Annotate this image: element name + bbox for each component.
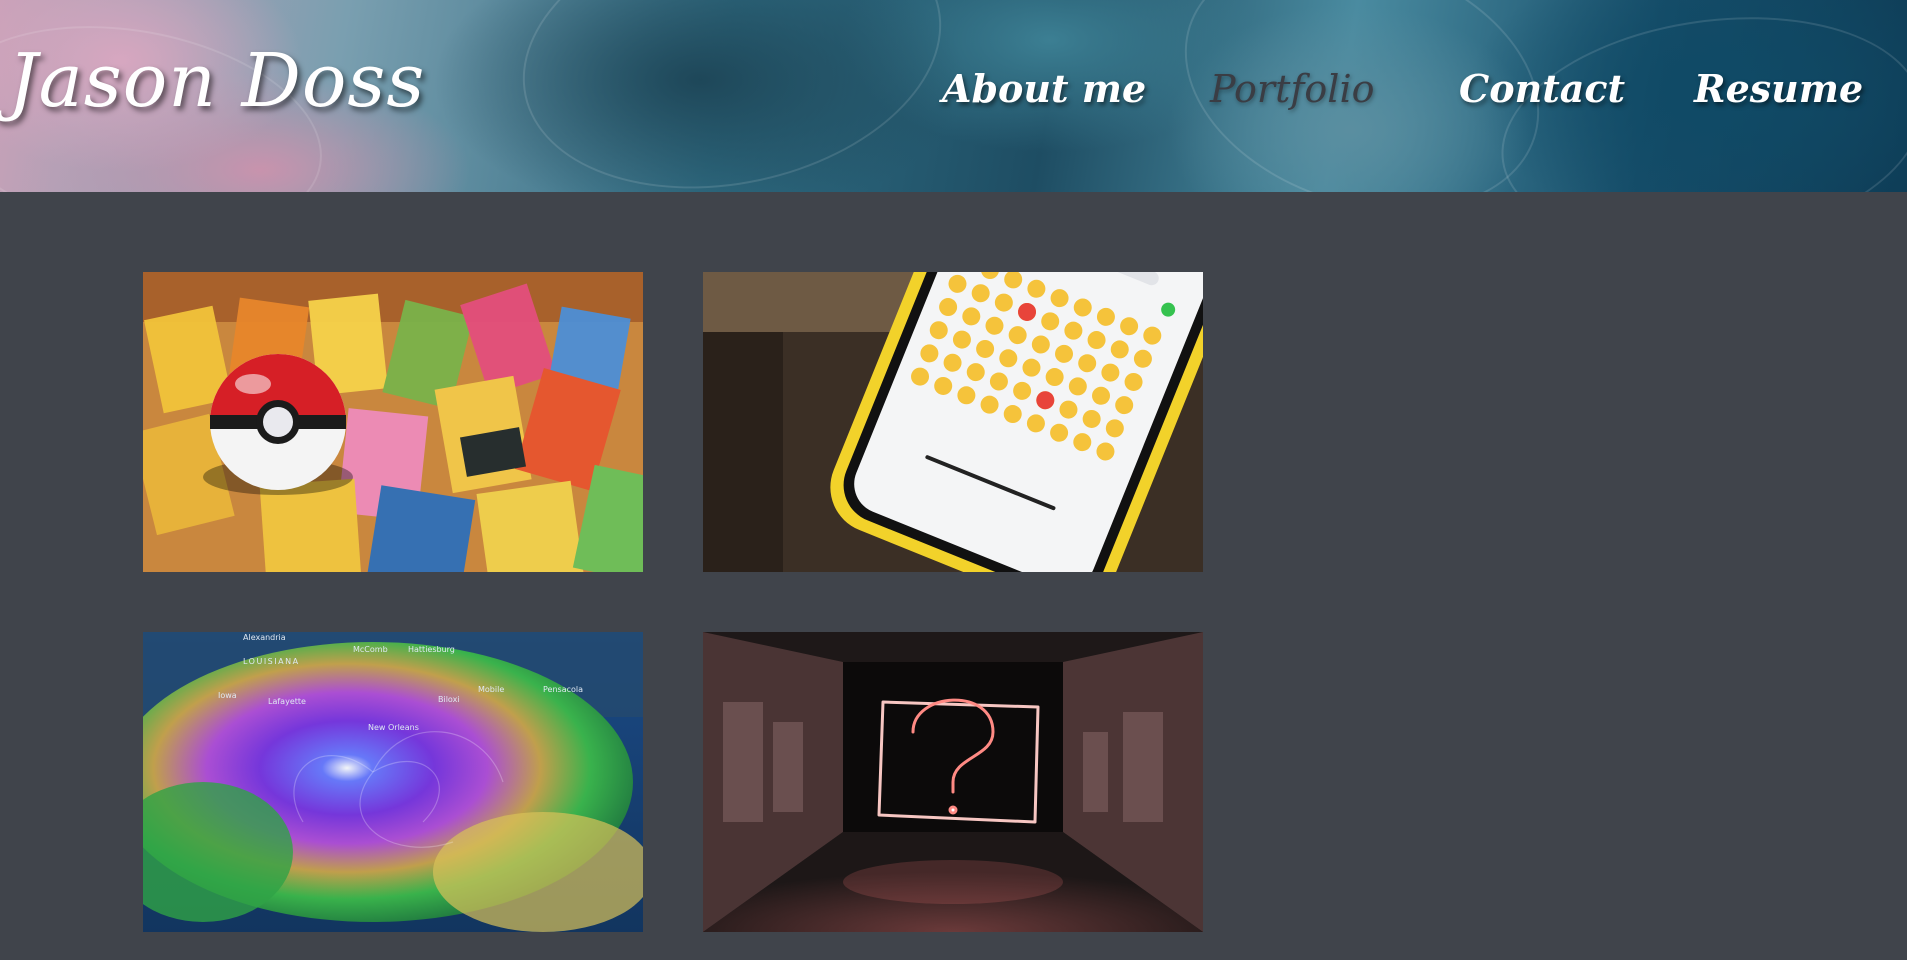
map-label-city: Mobile (478, 685, 504, 694)
map-label-city: Iowa (218, 691, 237, 700)
neon-question-image (703, 632, 1203, 932)
map-label-city: Pensacola (543, 685, 583, 694)
portfolio-item-emoji-phone[interactable] (703, 272, 1203, 572)
nav-link-portfolio[interactable]: Portfolio (1210, 64, 1374, 114)
main-nav: About me Portfolio Contact Resume (0, 64, 1907, 114)
hurricane-map-image: LOUISIANA Alexandria McComb Hattiesburg … (143, 632, 643, 932)
map-label-state: LOUISIANA (243, 657, 300, 666)
map-label-city: Hattiesburg (408, 645, 455, 654)
map-label-city: McComb (353, 645, 388, 654)
map-label-city: New Orleans (368, 723, 419, 732)
portfolio-item-pokemon[interactable] (143, 272, 643, 572)
map-label-city: Lafayette (268, 697, 306, 706)
map-label-city: Biloxi (438, 695, 460, 704)
portfolio-item-neon-question[interactable] (703, 632, 1203, 932)
nav-link-about-me[interactable]: About me (942, 64, 1146, 114)
pokemon-cards-image (143, 272, 643, 572)
phone-emoji-image (703, 272, 1203, 572)
portfolio-item-hurricane-map[interactable]: LOUISIANA Alexandria McComb Hattiesburg … (143, 632, 643, 932)
map-label-city: Alexandria (243, 633, 286, 642)
header-banner: Jason Doss About me Portfolio Contact Re… (0, 0, 1907, 192)
nav-link-resume[interactable]: Resume (1694, 64, 1863, 114)
nav-link-contact[interactable]: Contact (1459, 64, 1625, 114)
